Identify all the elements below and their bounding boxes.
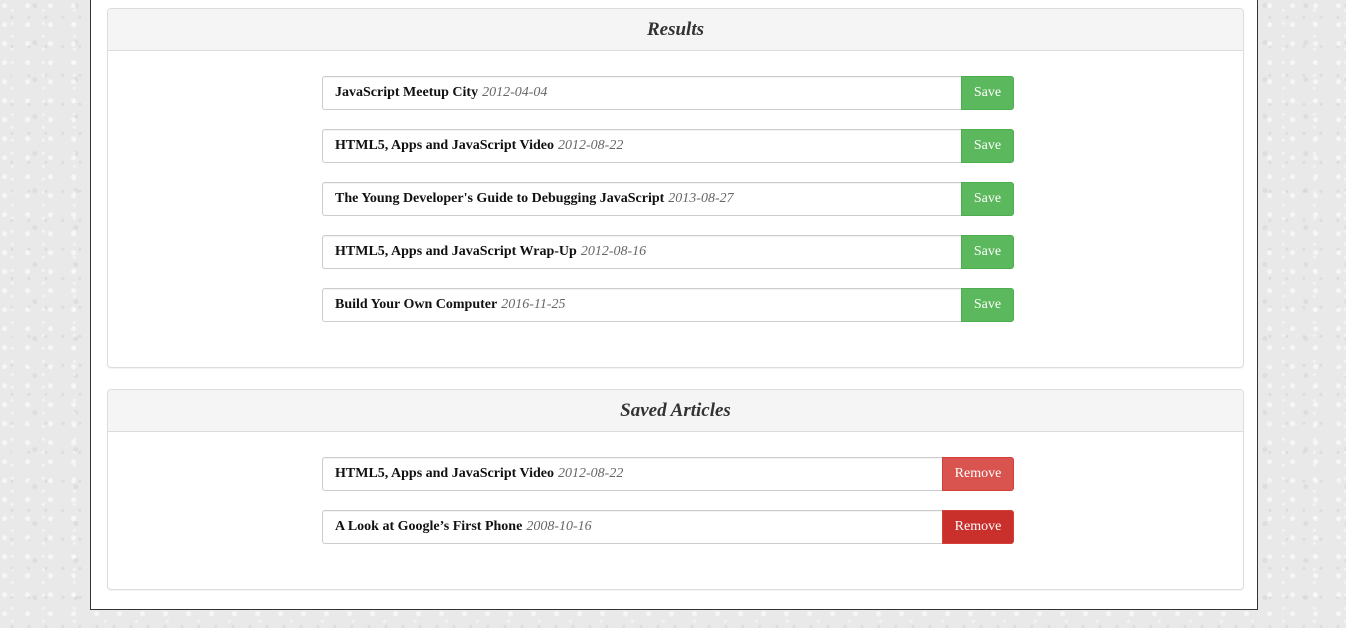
article-item: HTML5, Apps and JavaScript Video 2012-08-… bbox=[322, 129, 961, 163]
article-title[interactable]: HTML5, Apps and JavaScript Wrap-Up bbox=[335, 244, 577, 259]
article-date: 2016-11-25 bbox=[501, 297, 566, 312]
article-item: HTML5, Apps and JavaScript Wrap-Up 2012-0… bbox=[322, 235, 961, 269]
result-article-row: The Young Developer's Guide to Debugging… bbox=[322, 182, 1014, 216]
saved-articles-panel: Saved Articles HTML5, Apps and JavaScrip… bbox=[107, 389, 1244, 590]
results-title: Results bbox=[646, 18, 705, 40]
result-article-row: JavaScript Meetup City 2012-04-04 Save bbox=[322, 76, 1014, 110]
saved-panel-heading: Saved Articles bbox=[108, 390, 1243, 432]
article-title[interactable]: JavaScript Meetup City bbox=[335, 85, 478, 100]
article-title[interactable]: The Young Developer's Guide to Debugging… bbox=[335, 191, 664, 206]
article-item: JavaScript Meetup City 2012-04-04 bbox=[322, 76, 961, 110]
remove-button[interactable]: Remove bbox=[942, 457, 1014, 491]
result-article-row: HTML5, Apps and JavaScript Wrap-Up 2012-0… bbox=[322, 235, 1014, 269]
results-panel: Results JavaScript Meetup City 2012-04-04… bbox=[107, 8, 1244, 368]
save-button[interactable]: Save bbox=[961, 182, 1014, 216]
remove-button[interactable]: Remove bbox=[942, 510, 1014, 544]
article-date: 2012-04-04 bbox=[482, 85, 548, 100]
save-button[interactable]: Save bbox=[961, 129, 1014, 163]
article-item: A Look at Google’s First Phone 2008-10-16 bbox=[322, 510, 942, 544]
result-article-row: Build Your Own Computer 2016-11-25 Save bbox=[322, 288, 1014, 322]
article-item: HTML5, Apps and JavaScript Video 2012-08-… bbox=[322, 457, 942, 491]
save-button[interactable]: Save bbox=[961, 288, 1014, 322]
article-item: The Young Developer's Guide to Debugging… bbox=[322, 182, 961, 216]
article-title[interactable]: HTML5, Apps and JavaScript Video bbox=[335, 138, 554, 153]
article-title[interactable]: Build Your Own Computer bbox=[335, 297, 497, 312]
save-button[interactable]: Save bbox=[961, 235, 1014, 269]
article-date: 2013-08-27 bbox=[668, 191, 734, 206]
article-date: 2012-08-16 bbox=[580, 244, 647, 259]
saved-articles-list: HTML5, Apps and JavaScript Video 2012-08-… bbox=[108, 432, 1243, 544]
main-container: Results JavaScript Meetup City 2012-04-04… bbox=[90, 0, 1258, 610]
results-panel-heading: Results bbox=[108, 9, 1243, 51]
article-date: 2012-08-22 bbox=[558, 138, 624, 153]
result-article-row: HTML5, Apps and JavaScript Video 2012-08-… bbox=[322, 129, 1014, 163]
article-date: 2012-08-22 bbox=[558, 466, 624, 481]
article-date: 2008-10-16 bbox=[526, 519, 592, 534]
saved-articles-title: Saved Articles bbox=[620, 399, 731, 421]
article-item: Build Your Own Computer 2016-11-25 bbox=[322, 288, 961, 322]
article-title[interactable]: HTML5, Apps and JavaScript Video bbox=[335, 466, 554, 481]
saved-article-row: A Look at Google’s First Phone 2008-10-16… bbox=[322, 510, 1014, 544]
results-list: JavaScript Meetup City 2012-04-04 Save HT… bbox=[108, 51, 1243, 322]
article-title[interactable]: A Look at Google’s First Phone bbox=[335, 519, 522, 534]
saved-article-row: HTML5, Apps and JavaScript Video 2012-08-… bbox=[322, 457, 1014, 491]
save-button[interactable]: Save bbox=[961, 76, 1014, 110]
